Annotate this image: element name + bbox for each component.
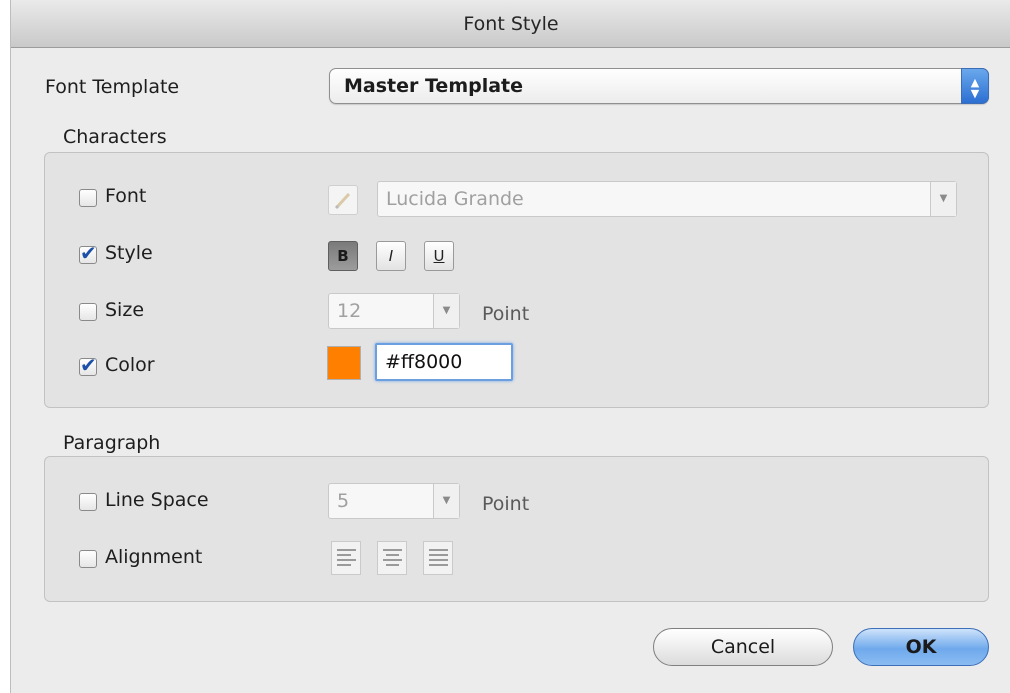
color-hex-input[interactable]: #ff8000 — [375, 343, 513, 381]
font-template-popup[interactable]: Master Template ▲ ▼ — [329, 68, 989, 104]
size-value: 12 — [337, 300, 362, 322]
chevron-down-icon[interactable]: ▼ — [433, 484, 459, 518]
line-space-unit-label: Point — [482, 493, 530, 515]
chevron-down-icon[interactable]: ▼ — [433, 294, 459, 328]
size-unit-label: Point — [482, 303, 530, 325]
font-picker-pencil-icon[interactable] — [328, 185, 358, 215]
paragraph-group: Line Space 5 ▼ Point Alignment — [44, 456, 989, 602]
size-combo[interactable]: 12 ▼ — [328, 293, 460, 329]
ok-button[interactable]: OK — [853, 628, 989, 666]
style-label: Style — [105, 242, 153, 264]
characters-heading: Characters — [63, 126, 167, 148]
color-swatch[interactable] — [327, 346, 361, 380]
align-justify-icon[interactable] — [423, 541, 453, 575]
font-label: Font — [105, 185, 147, 207]
style-checkbox[interactable] — [79, 241, 97, 265]
font-style-dialog: Font Style Font Template Master Template… — [10, 0, 1010, 693]
color-hex-value: #ff8000 — [385, 351, 463, 373]
font-family-combo[interactable]: Lucida Grande ▼ — [377, 181, 957, 217]
size-label: Size — [105, 299, 145, 321]
dialog-title: Font Style — [11, 0, 1010, 48]
line-space-checkbox[interactable] — [79, 493, 97, 511]
line-space-value: 5 — [337, 490, 350, 512]
characters-group: Font Lucida Grande ▼ Style B I U Size 12… — [44, 152, 989, 408]
alignment-label: Alignment — [105, 546, 203, 568]
font-checkbox[interactable] — [79, 189, 97, 207]
italic-button[interactable]: I — [376, 241, 406, 271]
paragraph-heading: Paragraph — [63, 432, 161, 454]
color-checkbox[interactable] — [79, 353, 97, 377]
color-label: Color — [105, 354, 155, 376]
align-center-icon[interactable] — [377, 541, 407, 575]
alignment-checkbox[interactable] — [79, 550, 97, 568]
popup-stepper-icon: ▲ ▼ — [961, 68, 989, 104]
font-template-label: Font Template — [45, 76, 180, 98]
bold-button[interactable]: B — [328, 241, 358, 271]
line-space-label: Line Space — [105, 489, 209, 511]
font-template-value: Master Template — [344, 75, 524, 97]
cancel-button[interactable]: Cancel — [653, 628, 833, 666]
align-left-icon[interactable] — [331, 541, 361, 575]
size-checkbox[interactable] — [79, 303, 97, 321]
line-space-combo[interactable]: 5 ▼ — [328, 483, 460, 519]
chevron-down-icon[interactable]: ▼ — [930, 182, 956, 216]
underline-button[interactable]: U — [424, 241, 454, 271]
font-family-value: Lucida Grande — [386, 188, 524, 210]
